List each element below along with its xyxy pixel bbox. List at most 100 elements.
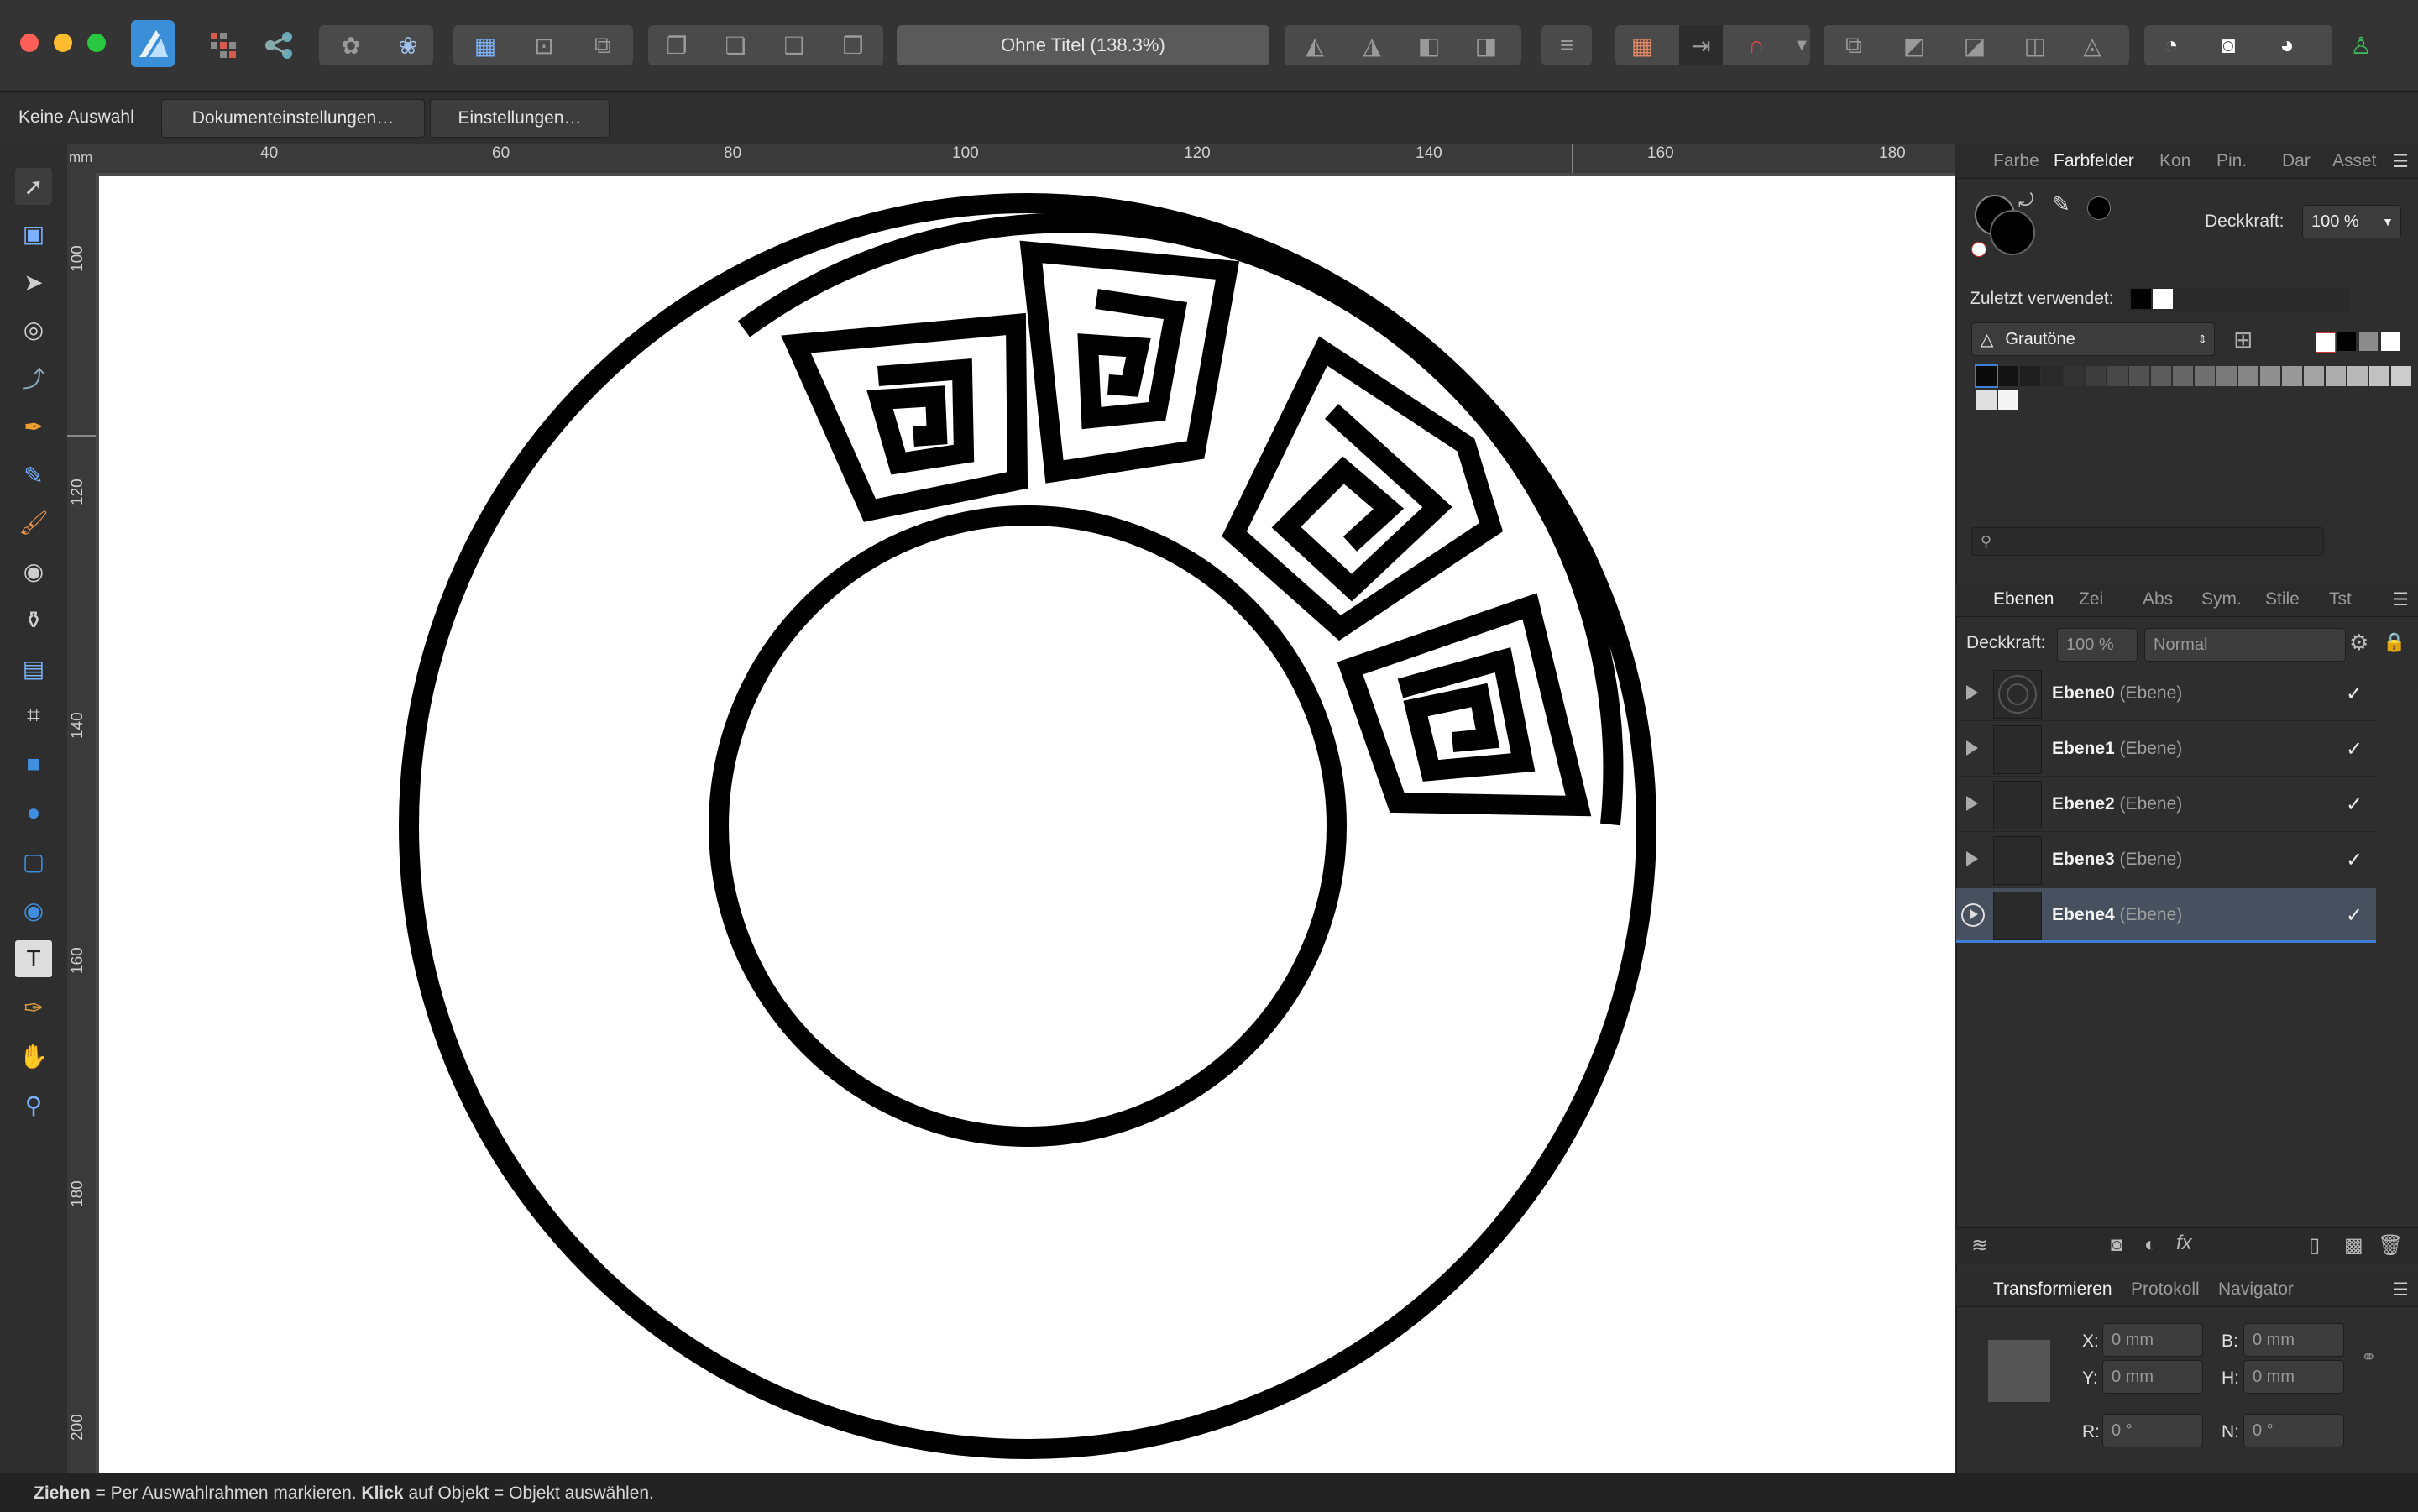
mask-icon[interactable]: ◙	[2111, 1233, 2123, 1257]
transform-origin-icon[interactable]: ⊡	[522, 25, 566, 65]
select-all-icon[interactable]: ▦	[463, 25, 507, 65]
move-forward-icon[interactable]: ❑	[772, 25, 816, 65]
expand-arrow-icon[interactable]	[1966, 851, 1978, 866]
add-icon[interactable]: ⧉	[1832, 25, 1876, 65]
swatch-1[interactable]	[1998, 366, 2018, 386]
visibility-checkbox[interactable]: ✓	[2346, 737, 2363, 761]
new-pixel-layer-icon[interactable]: ▩	[2344, 1233, 2363, 1258]
key-spiral-2[interactable]	[1077, 289, 1188, 430]
panel-menu-icon[interactable]: ☰	[2393, 589, 2409, 610]
white-swatch[interactable]	[2381, 332, 2400, 351]
pencil-tool-icon[interactable]: ✎	[15, 457, 52, 494]
tab-ebenen[interactable]: Ebenen	[1993, 589, 2054, 610]
swap-colors-icon[interactable]: ⤾	[2018, 190, 2033, 212]
snapping-dropdown-icon[interactable]: ▼	[1780, 25, 1824, 65]
swatch-14[interactable]	[2282, 366, 2302, 386]
visibility-checkbox[interactable]: ✓	[2346, 903, 2363, 928]
flip-horizontal-icon[interactable]: ◭	[1293, 25, 1337, 65]
key-spiral-4[interactable]	[1397, 646, 1536, 782]
app-persona-icon[interactable]	[131, 20, 175, 67]
layer-row[interactable]: Ebene3 (Ebene) ✓	[1956, 833, 2376, 887]
snap-guides-icon[interactable]: ⇥	[1679, 25, 1723, 65]
swatch-0[interactable]	[1975, 364, 1998, 388]
corner-tool-icon[interactable]: ⤴	[15, 359, 52, 396]
recent-swatch-black[interactable]	[2131, 289, 2151, 309]
swatch-15[interactable]	[2304, 366, 2324, 386]
flip-vertical-icon[interactable]: ◮	[1350, 25, 1394, 65]
donut-tool-icon[interactable]: ◉	[15, 892, 52, 929]
tab-tst[interactable]: Tst	[2329, 589, 2352, 610]
anchor-selector[interactable]	[1988, 1340, 2050, 1402]
trash-icon[interactable]: 🗑	[2378, 1233, 2403, 1258]
lock-icon[interactable]: 🔒	[2383, 631, 2405, 653]
layer-row[interactable]: Ebene0 (Ebene) ✓	[1956, 667, 2376, 721]
opacity-dropdown[interactable]: 100 % ▼	[2302, 205, 2401, 238]
key-tile-1[interactable]	[781, 312, 1028, 522]
swatch-11[interactable]	[2216, 366, 2237, 386]
minimize-window-button[interactable]	[54, 34, 72, 52]
move-back-icon[interactable]: ❐	[655, 25, 699, 65]
visibility-checkbox[interactable]: ✓	[2346, 682, 2363, 706]
new-layer-icon[interactable]: ▯	[2309, 1233, 2320, 1258]
expand-arrow-icon[interactable]	[1966, 796, 1978, 811]
flower-icon[interactable]: ❀	[386, 25, 430, 65]
h-value[interactable]: 0 mm	[2253, 1368, 2295, 1387]
swatch-search-input[interactable]: ⚲	[1971, 527, 2324, 556]
document-title[interactable]: Ohne Titel (138.3%)	[897, 25, 1269, 65]
blend-mode-select[interactable]: Normal	[2144, 628, 2346, 662]
tab-navigator[interactable]: Navigator	[2218, 1279, 2294, 1300]
gray-swatch[interactable]	[2359, 332, 2378, 351]
greek-key-ring-artwork[interactable]	[99, 176, 1955, 1473]
tab-farbe[interactable]: Farbe	[1993, 151, 2039, 171]
rotate-left-icon[interactable]: ◧	[1407, 25, 1451, 65]
fill-tool-icon[interactable]: ◉	[15, 552, 52, 589]
swatch-13[interactable]	[2260, 366, 2280, 386]
move-backward-icon[interactable]: ❏	[714, 25, 757, 65]
y-value[interactable]: 0 mm	[2112, 1368, 2154, 1387]
tab-zei[interactable]: Zei	[2079, 589, 2103, 610]
swatch-21[interactable]	[1998, 390, 2018, 410]
divide-icon[interactable]: ◬	[2070, 25, 2114, 65]
fill-well[interactable]	[1990, 210, 2035, 255]
grid-icon[interactable]: ▦	[1620, 25, 1664, 65]
close-window-button[interactable]	[20, 34, 39, 52]
artboard-tool-icon[interactable]: ▣	[15, 215, 52, 252]
move-front-icon[interactable]: ❒	[831, 25, 875, 65]
swatch-17[interactable]	[2347, 366, 2368, 386]
key-spiral-1[interactable]	[866, 358, 975, 475]
brush-tool-icon[interactable]: 🖌	[15, 504, 52, 541]
export-persona-icon[interactable]	[257, 25, 301, 65]
inner-circle[interactable]	[709, 505, 1347, 1147]
palette-options-icon[interactable]: ⊞	[2233, 326, 2253, 353]
snapping-magnet-icon[interactable]: ∩	[1735, 25, 1778, 65]
recent-swatch-white[interactable]	[2153, 289, 2173, 309]
hand-tool-icon[interactable]: ✋	[15, 1038, 52, 1075]
tab-abs[interactable]: Abs	[2143, 589, 2173, 610]
document-settings-button[interactable]: Dokumenteinstellungen…	[161, 99, 425, 138]
pen-tool-icon[interactable]: ✒	[15, 408, 52, 445]
crop-tool-icon[interactable]: ⌗	[15, 697, 52, 734]
insert-front-icon[interactable]: ◕	[2265, 25, 2309, 65]
swatch-9[interactable]	[2173, 366, 2193, 386]
insert-inside-icon[interactable]: ◔	[2149, 25, 2193, 65]
pen-mode-icon[interactable]: ✿	[329, 25, 373, 65]
tab-farbfelder[interactable]: Farbfelder	[2054, 151, 2134, 171]
palette-select[interactable]: △ Grautöne ⇕	[1971, 322, 2215, 356]
swatch-16[interactable]	[2326, 366, 2346, 386]
swatch-2[interactable]	[2020, 366, 2040, 386]
move-tool-icon[interactable]: ➚	[15, 168, 52, 205]
zoom-window-button[interactable]	[87, 34, 106, 52]
point-transform-icon[interactable]: ◎	[15, 311, 52, 348]
link-icon[interactable]: ⚭	[2361, 1347, 2376, 1368]
none-swatch[interactable]	[2316, 332, 2336, 353]
layers-stack-icon[interactable]: ≋	[1971, 1233, 1988, 1258]
eyedropper-icon[interactable]: ✎	[2052, 191, 2070, 217]
transparency-tool-icon[interactable]: ⚱	[15, 601, 52, 638]
subtract-icon[interactable]: ◩	[1892, 25, 1936, 65]
tab-protokoll[interactable]: Protokoll	[2131, 1279, 2200, 1300]
key-spiral-3[interactable]	[1271, 404, 1452, 602]
artboard[interactable]	[99, 176, 1955, 1473]
tab-pin[interactable]: Pin.	[2216, 151, 2247, 171]
swatch-10[interactable]	[2195, 366, 2215, 386]
swatch-19[interactable]	[2391, 366, 2411, 386]
